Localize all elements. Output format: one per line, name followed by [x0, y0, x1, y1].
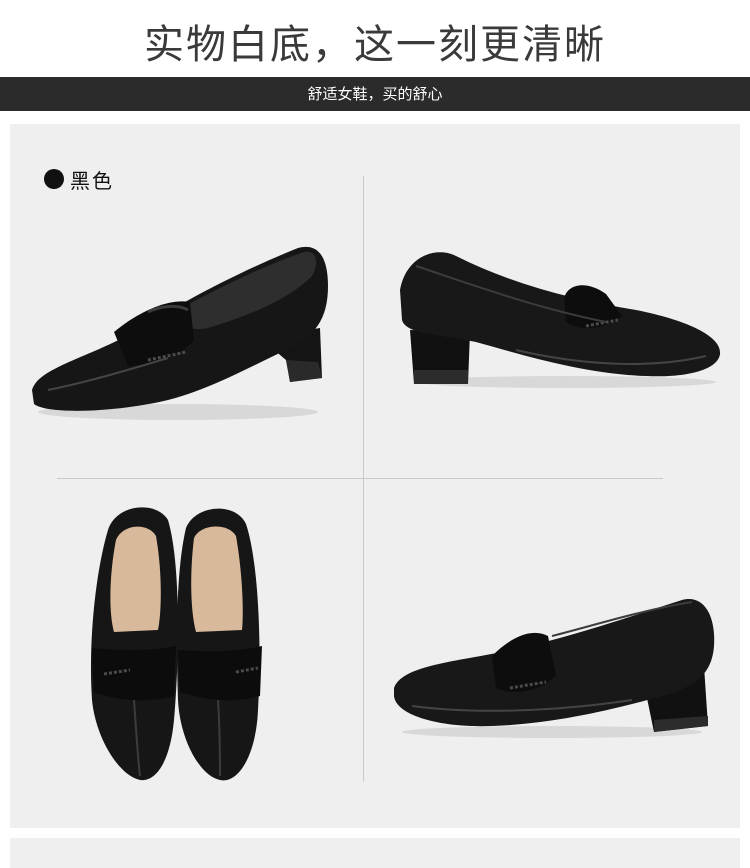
- vertical-divider: [363, 176, 364, 782]
- shoe-side-view-alt: [394, 599, 715, 738]
- color-label: 黑色: [44, 165, 114, 193]
- shoe-three-quarter-view: [32, 246, 328, 420]
- next-panel: [10, 838, 740, 868]
- horizontal-divider: [57, 478, 663, 479]
- shoe-side-view: [400, 252, 721, 388]
- shoe-top-view-pair: [90, 507, 262, 781]
- color-swatch-dot: [44, 169, 64, 189]
- page-title: 实物白底，这一刻更清晰: [144, 22, 606, 68]
- slogan-banner: 舒适女鞋，买的舒心: [0, 77, 750, 111]
- color-name: 黑色: [70, 168, 114, 193]
